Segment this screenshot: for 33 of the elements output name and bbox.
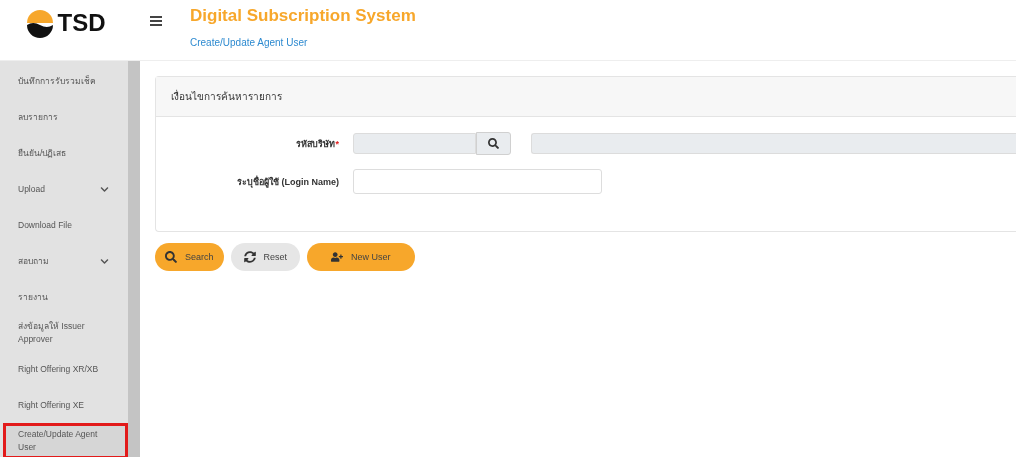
page-breadcrumb: Create/Update Agent User [190,37,309,48]
chevron-down-icon [100,256,109,266]
sidebar-item[interactable]: ลบรายการ [3,99,128,135]
sidebar-item[interactable]: Right Offering XE [3,387,128,423]
sidebar-item[interactable]: Download File [3,207,128,243]
sidebar-item[interactable]: สอบถาม [3,243,128,279]
field-label: รหัสบริษัท* [295,137,339,151]
sidebar-item[interactable]: บันทึกการรับรวมเช็ค [3,63,128,99]
sidebar-item[interactable]: Upload [3,171,128,207]
login-name-field[interactable] [353,169,602,194]
sidebar-item[interactable]: Right Offering XR/XB [3,351,128,387]
sidebar-item[interactable]: ส่งข้อมูลให้ Issuer Approver [3,315,128,351]
new-user-button[interactable]: New User [307,243,415,271]
refresh-icon [243,251,256,263]
search-button[interactable] [476,132,511,155]
sidebar-item[interactable]: รายงาน [3,279,128,315]
logo-icon [24,8,55,38]
logo-text: TSD [57,9,106,37]
reset-button[interactable]: Reset [230,243,301,271]
scrollbar[interactable] [128,61,140,457]
user-plus-icon [331,251,344,263]
app-title: Digital Subscription System [190,6,416,26]
company-code-field[interactable] [353,133,476,154]
field-label: ระบุชื่อผู้ใช้ (Login Name) [236,174,339,189]
menu-icon[interactable] [150,16,162,26]
company-name-field[interactable] [531,133,1016,154]
chevron-down-icon [100,184,109,194]
sidebar-item[interactable]: Create/Update Agent User [3,423,128,457]
sidebar-item[interactable]: ยืนยัน/ปฏิเสธ [3,135,128,171]
search-icon [165,251,177,263]
search-icon [488,138,499,149]
search-button[interactable]: Search [155,243,224,271]
panel-title: เงื่อนไขการค้นหารายการ [171,89,282,104]
